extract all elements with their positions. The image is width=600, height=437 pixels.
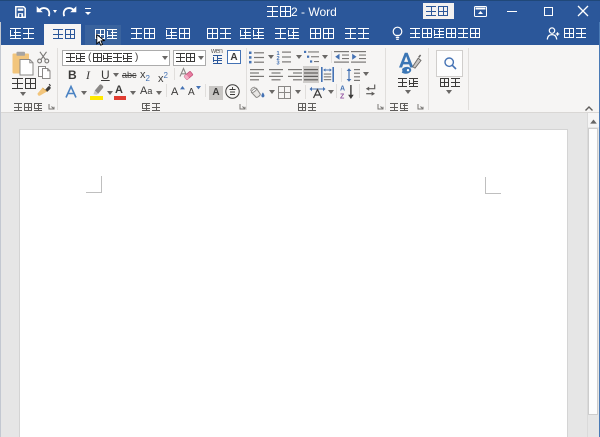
svg-text:Z: Z [340,94,345,101]
svg-text:A: A [340,86,345,93]
svg-text:3: 3 [277,61,280,67]
